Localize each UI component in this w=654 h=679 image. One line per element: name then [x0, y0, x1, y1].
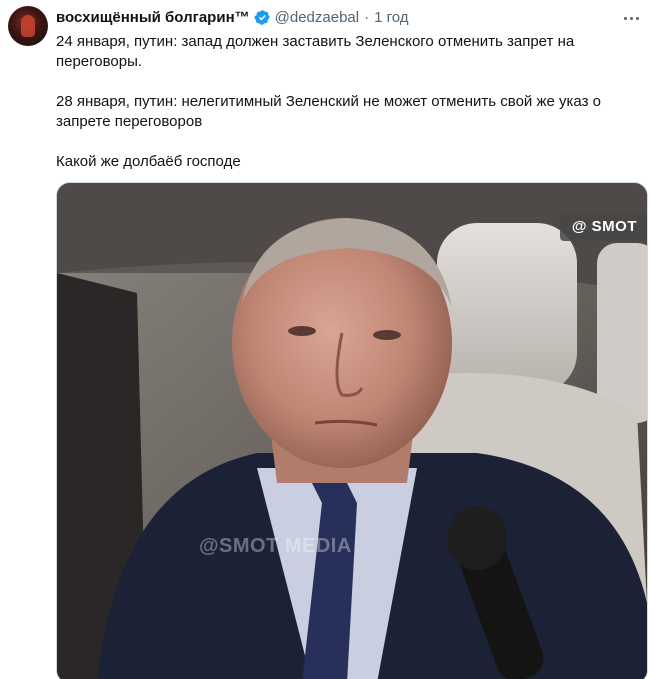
- tweet-paragraph: Какой же долбаёб господе: [56, 153, 241, 170]
- tweet-card[interactable]: восхищённый болгарин™ @dedzaebal · 1 год…: [0, 0, 654, 679]
- separator-dot: ·: [364, 9, 370, 26]
- avatar-figure: [21, 15, 35, 37]
- tweet-paragraph: 24 января, путин: запад должен заставить…: [56, 33, 575, 70]
- tweet-header: восхищённый болгарин™ @dedzaebal · 1 год: [56, 9, 409, 26]
- more-horizontal-icon: [623, 16, 627, 20]
- tweet-paragraph: 28 января, путин: нелегитимный Зеленский…: [56, 93, 601, 130]
- watermark-center: @SMOT MEDIA: [199, 535, 352, 557]
- author-display-name[interactable]: восхищённый болгарин™: [56, 9, 250, 26]
- watermark-badge: @ SMOT: [559, 213, 647, 241]
- author-handle[interactable]: @dedzaebal: [275, 9, 359, 26]
- media-photo: [57, 183, 647, 679]
- timestamp[interactable]: 1 год: [374, 9, 408, 26]
- tweet-text: 24 января, путин: запад должен заставить…: [56, 32, 631, 172]
- verified-badge-icon: [254, 10, 270, 25]
- avatar[interactable]: [8, 6, 48, 46]
- tweet-media-image[interactable]: @ SMOT @SMOT MEDIA: [56, 182, 648, 679]
- more-horizontal-icon-dot: [629, 16, 633, 20]
- more-options-button[interactable]: [618, 8, 644, 28]
- more-horizontal-icon-dot: [635, 16, 639, 20]
